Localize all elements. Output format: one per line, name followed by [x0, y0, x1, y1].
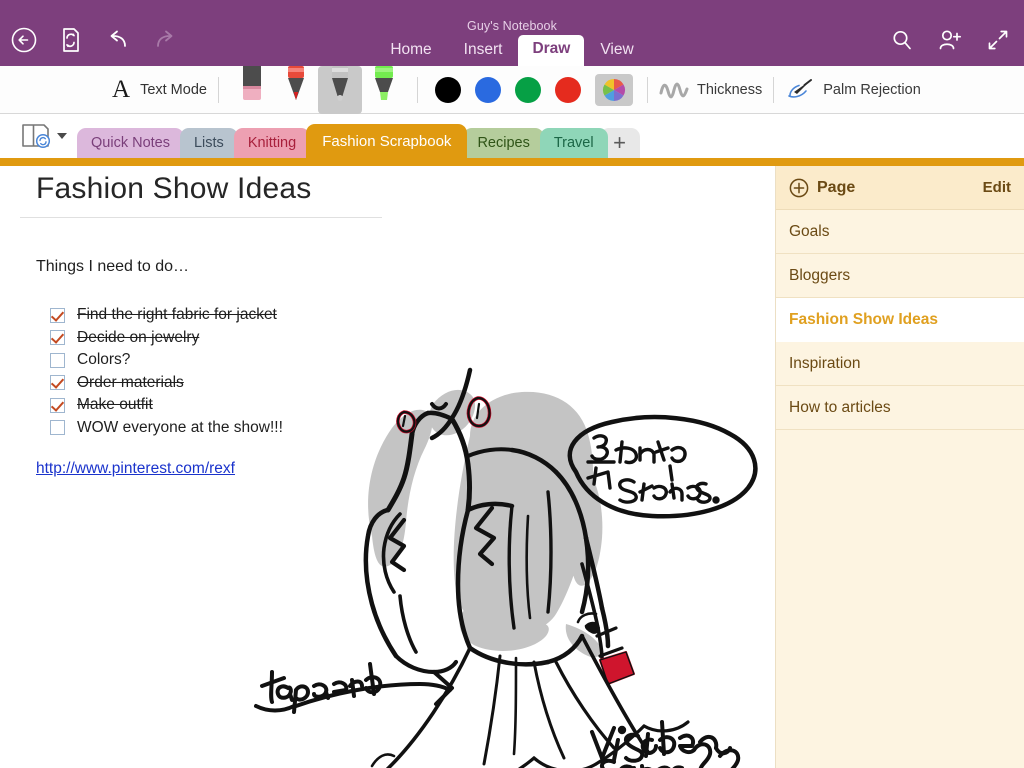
sidebar-page-bloggers[interactable]: Bloggers: [776, 254, 1024, 298]
sidebar-header: Page Edit: [776, 166, 1024, 210]
page-canvas[interactable]: Fashion Show Ideas Things I need to do… …: [0, 166, 775, 768]
list-item[interactable]: Find the right fabric for jacket: [50, 304, 283, 327]
black-pen-tool[interactable]: [318, 66, 362, 114]
checkbox[interactable]: [50, 375, 65, 390]
checkbox[interactable]: [50, 420, 65, 435]
plus-circle-icon: [789, 178, 809, 198]
list-item[interactable]: Order materials: [50, 372, 283, 395]
text-mode-glyph-icon: A: [112, 77, 130, 103]
section-tab-fashion-scrapbook[interactable]: Fashion Scrapbook: [306, 124, 467, 158]
section-tabs: Quick Notes Lists Knitting Fashion Scrap…: [77, 124, 640, 158]
color-wheel-icon: [601, 77, 627, 103]
title-divider: [20, 217, 382, 218]
notebook-switcher-button[interactable]: [20, 122, 67, 150]
ribbon-tab-draw[interactable]: Draw: [518, 35, 584, 66]
page-list-sidebar: Page Edit Goals Bloggers Fashion Show Id…: [775, 166, 1024, 768]
palm-rejection-button[interactable]: Palm Rejection: [785, 78, 921, 102]
palm-rejection-label: Palm Rejection: [823, 82, 921, 98]
toolbar-divider-3: [647, 77, 648, 103]
red-pen-tool[interactable]: [274, 66, 318, 114]
list-item-label: Decide on jewelry: [77, 329, 199, 347]
pinterest-link[interactable]: http://www.pinterest.com/rexf: [36, 460, 235, 478]
sidebar-page-how-to-articles[interactable]: How to articles: [776, 386, 1024, 430]
text-mode-button[interactable]: A Text Mode: [112, 77, 207, 103]
checkbox[interactable]: [50, 353, 65, 368]
list-item-label: Colors?: [77, 351, 130, 369]
checkbox[interactable]: [50, 308, 65, 323]
ribbon-tab-view[interactable]: View: [584, 36, 649, 66]
add-page-button[interactable]: Page: [789, 178, 855, 198]
list-item[interactable]: WOW everyone at the show!!!: [50, 417, 283, 440]
list-item-label: Make outfit: [77, 396, 153, 414]
notebook-title: Guy's Notebook: [0, 19, 1024, 33]
draw-toolbar: A Text Mode: [0, 66, 1024, 114]
list-item[interactable]: Colors?: [50, 349, 283, 372]
sidebar-empty-space: [776, 430, 1024, 730]
color-green[interactable]: [515, 77, 541, 103]
toolbar-divider-4: [773, 77, 774, 103]
eraser-tool[interactable]: [230, 66, 274, 114]
section-tab-bar: Quick Notes Lists Knitting Fashion Scrap…: [0, 114, 1024, 158]
section-tab-quick-notes[interactable]: Quick Notes: [77, 128, 184, 158]
list-item-label: Order materials: [77, 374, 184, 392]
thickness-label: Thickness: [697, 82, 762, 98]
list-item-label: Find the right fabric for jacket: [77, 306, 277, 324]
pen-tool-group: [230, 66, 406, 114]
add-person-icon[interactable]: [934, 24, 966, 56]
checkbox[interactable]: [50, 330, 65, 345]
search-icon[interactable]: [886, 24, 918, 56]
page-title[interactable]: Fashion Show Ideas: [36, 172, 311, 206]
green-highlighter-tool[interactable]: [362, 66, 406, 114]
add-page-label: Page: [817, 179, 855, 197]
thickness-button[interactable]: Thickness: [659, 80, 762, 100]
toolbar-divider-1: [218, 77, 219, 103]
main-area: Fashion Show Ideas Things I need to do… …: [0, 166, 1024, 768]
todo-checklist: Find the right fabric for jacket Decide …: [50, 304, 283, 439]
edit-pages-button[interactable]: Edit: [983, 179, 1011, 196]
list-item-label: WOW everyone at the show!!!: [77, 419, 283, 437]
section-tab-travel[interactable]: Travel: [540, 128, 608, 158]
color-blue[interactable]: [475, 77, 501, 103]
ribbon-tab-home[interactable]: Home: [374, 36, 447, 66]
chevron-down-icon: [57, 133, 67, 139]
toolbar-divider-2: [417, 77, 418, 103]
sidebar-page-inspiration[interactable]: Inspiration: [776, 342, 1024, 386]
color-swatch-group: [435, 74, 633, 106]
checkbox[interactable]: [50, 398, 65, 413]
section-tab-lists[interactable]: Lists: [180, 128, 238, 158]
color-red[interactable]: [555, 77, 581, 103]
list-item[interactable]: Decide on jewelry: [50, 327, 283, 350]
active-section-accent-bar: [0, 158, 1024, 166]
text-mode-label: Text Mode: [140, 82, 207, 98]
section-tab-knitting[interactable]: Knitting: [234, 128, 310, 158]
titlebar-right-actions: [886, 24, 1014, 56]
ribbon-tab-bar: Home Insert Draw View: [0, 36, 1024, 66]
color-palette-button[interactable]: [595, 74, 633, 106]
expand-icon[interactable]: [982, 24, 1014, 56]
ribbon-tab-insert[interactable]: Insert: [448, 36, 519, 66]
wave-thickness-icon: [659, 80, 689, 100]
palm-rejection-icon: [785, 78, 815, 102]
sidebar-page-goals[interactable]: Goals: [776, 210, 1024, 254]
notebook-icon: [20, 122, 54, 150]
page-subheading[interactable]: Things I need to do…: [36, 258, 189, 276]
app-title-bar: Guy's Notebook Home Insert Draw View: [0, 0, 1024, 66]
list-item[interactable]: Make outfit: [50, 394, 283, 417]
sidebar-page-fashion-show-ideas[interactable]: Fashion Show Ideas: [776, 298, 1024, 342]
section-tab-recipes[interactable]: Recipes: [463, 128, 543, 158]
color-black[interactable]: [435, 77, 461, 103]
